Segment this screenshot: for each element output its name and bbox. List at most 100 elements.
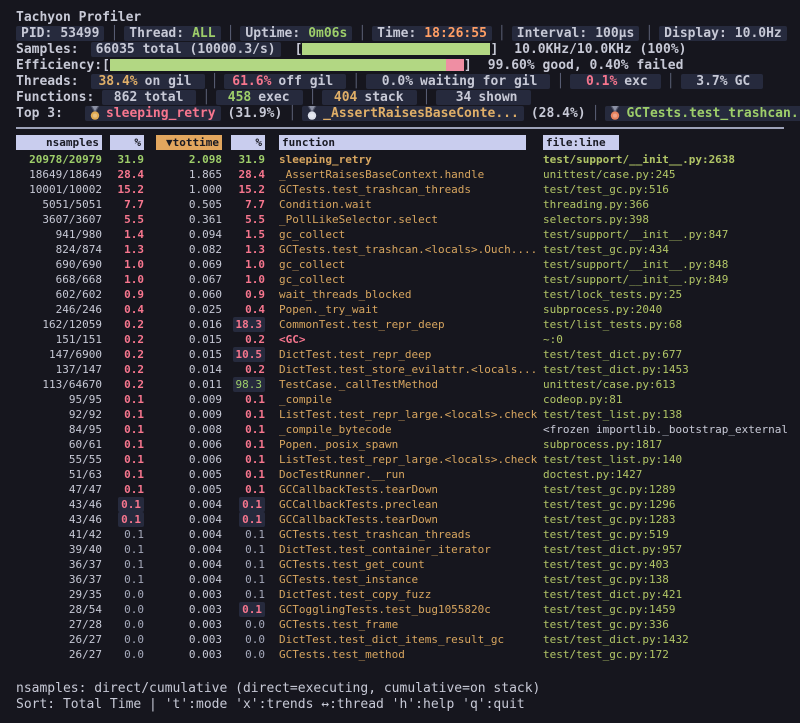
- column-header-pct-cumulative[interactable]: %: [231, 135, 265, 150]
- separator: │: [110, 26, 118, 41]
- cell-nsamples: 28/54: [69, 602, 102, 617]
- top-function-pct: (31.9%): [228, 106, 283, 121]
- cell-pct-direct: 0.1: [124, 467, 144, 482]
- cell-pct-cumulative: 0.1: [245, 527, 265, 542]
- top3-label: Top 3:: [16, 106, 63, 121]
- top-function-name: GCTests.test_trashcan...: [626, 106, 800, 121]
- table-row[interactable]: 84/950.10.0080.1_compile_bytecode<frozen…: [16, 422, 790, 437]
- table-row[interactable]: 147/69000.20.01510.5DictTest.test_repr_d…: [16, 347, 790, 362]
- cell-tottime: 0.016: [189, 317, 222, 332]
- table-row[interactable]: 602/6020.90.0600.9wait_threads_blockedte…: [16, 287, 790, 302]
- top3-item: sleeping_retry(31.9%)│: [85, 106, 302, 121]
- table-row[interactable]: 29/350.00.0030.1DictTest.test_copy_fuzzt…: [16, 587, 790, 602]
- status-label: Time:: [377, 26, 416, 41]
- column-header-tottime-sorted[interactable]: ▼tottime: [156, 135, 222, 150]
- status-value: ALL: [192, 26, 215, 41]
- cell-file-line: test/test_gc.py:519: [543, 527, 669, 542]
- table-row[interactable]: 36/370.10.0040.1GCTests.test_get_countte…: [16, 557, 790, 572]
- table-row[interactable]: 51/630.10.0050.1DocTestRunner.__rundocte…: [16, 467, 790, 482]
- table-row[interactable]: 27/280.00.0030.0GCTests.test_frametest/t…: [16, 617, 790, 632]
- top3-item: GCTests.test_trashcan...(15.2%): [605, 106, 800, 121]
- cell-pct-cumulative: 1.5: [245, 227, 265, 242]
- cell-file-line: test/test_gc.py:403: [543, 557, 669, 572]
- threads-label: Threads:: [16, 74, 79, 89]
- cell-tottime: 0.006: [189, 452, 222, 467]
- status-chip: Interval:100μs: [512, 26, 640, 41]
- cell-file-line: codeop.py:81: [543, 392, 622, 407]
- cell-tottime: 0.003: [189, 602, 222, 617]
- table-row[interactable]: 137/1470.20.0140.2DictTest.test_store_ev…: [16, 362, 790, 377]
- cell-function: gc_collect: [279, 257, 345, 272]
- cell-file-line: test/test_gc.py:138: [543, 572, 669, 587]
- table-row[interactable]: 92/920.10.0090.1ListTest.test_repr_large…: [16, 407, 790, 422]
- table-row[interactable]: 26/270.00.0030.0DictTest.test_dict_items…: [16, 632, 790, 647]
- table-row[interactable]: 95/950.10.0090.1_compilecodeop.py:81: [16, 392, 790, 407]
- column-header-nsamples[interactable]: nsamples: [16, 135, 102, 150]
- column-header-file[interactable]: file:line: [543, 135, 619, 150]
- stat-chip: 0.1%exc: [570, 74, 660, 89]
- cell-nsamples: 668/668: [56, 272, 102, 287]
- cell-pct-direct: 0.4: [124, 302, 144, 317]
- status-label: Interval:: [517, 26, 587, 41]
- cell-pct-direct: 0.1: [124, 572, 144, 587]
- cell-pct-cumulative: 10.5: [233, 347, 266, 362]
- cell-nsamples: 690/690: [56, 257, 102, 272]
- cell-nsamples: 26/27: [69, 632, 102, 647]
- table-row[interactable]: 10001/1000215.21.00015.2GCTests.test_tra…: [16, 182, 790, 197]
- table-row[interactable]: 5051/50517.70.5057.7Condition.waitthread…: [16, 197, 790, 212]
- cell-function: _PollLikeSelector.select: [279, 212, 438, 227]
- cell-function: CommonTest.test_repr_deep: [279, 317, 445, 332]
- stat-chip: 3.7%GC: [681, 74, 764, 89]
- top3-line: sleeping_retry(31.9%)│_AssertRaisesBaseC…: [85, 106, 800, 121]
- app-title: Tachyon Profiler: [16, 9, 790, 25]
- table-row[interactable]: 39/400.10.0040.1DictTest.test_container_…: [16, 542, 790, 557]
- column-header-pct-direct[interactable]: %: [110, 135, 144, 150]
- table-body: 20978/2097931.92.09831.9sleeping_retryte…: [16, 152, 790, 662]
- cell-pct-direct: 28.4: [118, 167, 145, 182]
- cell-file-line: unittest/case.py:245: [543, 167, 675, 182]
- stat-item: 61.6%off gil│: [224, 74, 366, 89]
- cell-file-line: test/test_dict.py:1432: [543, 632, 689, 647]
- cell-file-line: test/test_list.py:138: [543, 407, 682, 422]
- table-row[interactable]: 246/2460.40.0250.4Popen._try_waitsubproc…: [16, 302, 790, 317]
- table-row[interactable]: 36/370.10.0040.1GCTests.test_instancetes…: [16, 572, 790, 587]
- table-row[interactable]: 26/270.00.0030.0GCTests.test_methodtest/…: [16, 647, 790, 662]
- cell-function: GCTests.test_trashcan_threads: [279, 527, 471, 542]
- cell-file-line: doctest.py:1427: [543, 467, 642, 482]
- table-row[interactable]: 941/9801.40.0941.5gc_collecttest/support…: [16, 227, 790, 242]
- table-row[interactable]: 60/610.10.0060.1Popen._posix_spawnsubpro…: [16, 437, 790, 452]
- stat-item: 0.1%exc│: [570, 74, 680, 89]
- table-row[interactable]: 690/6901.00.0691.0gc_collecttest/support…: [16, 257, 790, 272]
- cell-function: DictTest.test_dict_items_result_gc: [279, 632, 504, 647]
- table-row[interactable]: 20978/2097931.92.09831.9sleeping_retryte…: [16, 152, 790, 167]
- separator: │: [288, 106, 296, 121]
- table-row[interactable]: 18649/1864928.41.86528.4_AssertRaisesBas…: [16, 167, 790, 182]
- cell-nsamples: 60/61: [69, 437, 102, 452]
- efficiency-bar-track: [110, 59, 464, 71]
- status-chip: Thread:ALL: [124, 26, 220, 41]
- table-row[interactable]: 55/550.10.0060.1ListTest.test_repr_large…: [16, 452, 790, 467]
- table-row[interactable]: 28/540.00.0030.1GCTogglingTests.test_bug…: [16, 602, 790, 617]
- table-row[interactable]: 3607/36075.50.3615.5_PollLikeSelector.se…: [16, 212, 790, 227]
- stat-value: 38.4%: [96, 74, 138, 89]
- efficiency-bar-fill-good: [110, 59, 446, 71]
- cell-nsamples: 36/37: [69, 557, 102, 572]
- cell-tottime: 0.361: [189, 212, 222, 227]
- table-row[interactable]: 162/120590.20.01618.3CommonTest.test_rep…: [16, 317, 790, 332]
- table-row[interactable]: 47/470.10.0050.1GCCallbackTests.tearDown…: [16, 482, 790, 497]
- cell-pct-cumulative: 0.1: [239, 497, 265, 512]
- cell-pct-cumulative: 15.2: [239, 182, 266, 197]
- table-row[interactable]: 113/646700.20.01198.3TestCase._callTestM…: [16, 377, 790, 392]
- table-row[interactable]: 668/6681.00.0671.0gc_collecttest/support…: [16, 272, 790, 287]
- table-row[interactable]: 824/8741.30.0821.3GCTests.test_trashcan.…: [16, 242, 790, 257]
- table-row[interactable]: 151/1510.20.0150.2<GC>~:0: [16, 332, 790, 347]
- efficiency-label: Efficiency:: [16, 58, 102, 73]
- stat-chip: 0.0%waiting for gil: [366, 74, 550, 89]
- stat-item: 0.0%waiting for gil│: [366, 74, 570, 89]
- cell-tottime: 0.067: [189, 272, 222, 287]
- table-row[interactable]: 43/460.10.0040.1GCCallbackTests.preclean…: [16, 497, 790, 512]
- column-header-function[interactable]: function: [279, 135, 526, 150]
- separator: │: [645, 26, 653, 41]
- table-row[interactable]: 43/460.10.0040.1GCCallbackTests.tearDown…: [16, 512, 790, 527]
- table-row[interactable]: 41/420.10.0040.1GCTests.test_trashcan_th…: [16, 527, 790, 542]
